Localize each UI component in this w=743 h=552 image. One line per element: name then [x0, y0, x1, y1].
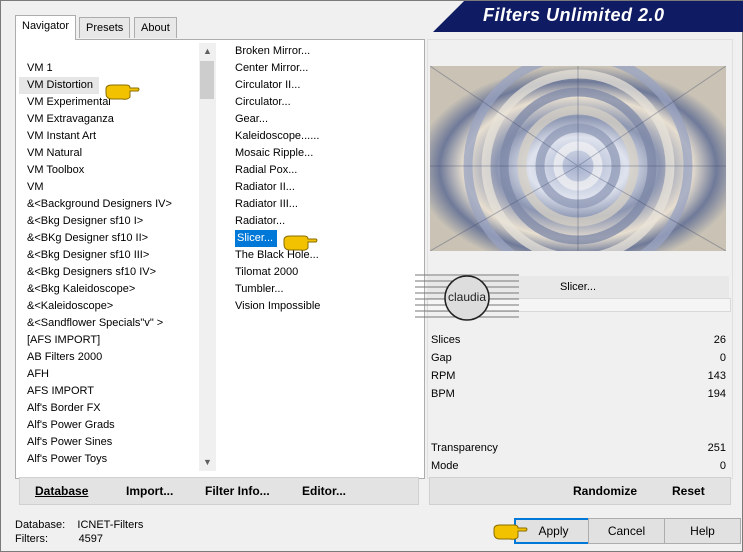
pointing-hand-icon — [105, 84, 140, 100]
category-item[interactable]: VM Distortion — [19, 77, 100, 94]
param-value: 26 — [713, 334, 726, 346]
filter-item[interactable]: Radiator II... — [233, 179, 418, 196]
param-name: Mode — [431, 460, 459, 472]
param-name: Gap — [431, 352, 452, 364]
filter-item[interactable]: Circulator II... — [233, 77, 418, 94]
filter-item[interactable]: Gear... — [233, 111, 418, 128]
param-name: RPM — [431, 370, 456, 382]
filters-count: 4597 — [78, 533, 104, 545]
pointing-hand-icon — [493, 524, 528, 540]
category-item[interactable]: VM — [19, 179, 199, 196]
filter-item[interactable]: Vision Impossible — [233, 298, 418, 315]
category-item[interactable]: &<Bkg Kaleidoscope> — [19, 281, 199, 298]
param-row[interactable]: Mode 0 — [431, 457, 726, 475]
category-item[interactable]: &<Background Designers IV> — [19, 196, 199, 213]
filter-list[interactable]: Broken Mirror... Center Mirror... Circulat… — [233, 43, 418, 323]
filter-item[interactable]: Radiator III... — [233, 196, 418, 213]
filter-item[interactable]: Radiator... — [233, 213, 418, 230]
tab-presets[interactable]: Presets — [79, 17, 131, 38]
scroll-down-icon[interactable]: ▼ — [199, 454, 216, 471]
pointing-hand-icon — [283, 235, 318, 251]
filter-item[interactable]: Broken Mirror... — [233, 43, 418, 60]
filters-unlimited-window: Filters Unlimited 2.0 Navigator Presets … — [0, 0, 743, 552]
randomize-button[interactable]: Randomize — [573, 484, 637, 498]
import-button[interactable]: Import... — [126, 484, 173, 498]
filter-item[interactable]: Tilomat 2000 — [233, 264, 418, 281]
category-item[interactable]: &<Bkg Designer sf10 III> — [19, 247, 199, 264]
filter-item[interactable]: Circulator... — [233, 94, 418, 111]
category-item[interactable]: [AFS IMPORT] — [19, 332, 199, 349]
param-value: 0 — [719, 460, 726, 472]
reset-button[interactable]: Reset — [672, 484, 705, 498]
tab-navigator[interactable]: Navigator — [15, 15, 77, 40]
category-item[interactable]: VM Toolbox — [19, 162, 199, 179]
filter-item[interactable]: Mosaic Ripple... — [233, 145, 418, 162]
param-value: 143 — [707, 370, 726, 382]
filter-info-button[interactable]: Filter Info... — [205, 484, 270, 498]
cancel-button[interactable]: Cancel — [588, 518, 665, 544]
category-item[interactable]: &<Bkg Designer sf10 I> — [19, 213, 199, 230]
param-name: Transparency — [431, 442, 498, 454]
preview-image — [430, 66, 726, 251]
category-item[interactable]: AB Filters 2000 — [19, 349, 199, 366]
title-banner: Filters Unlimited 2.0 — [433, 1, 743, 32]
category-item[interactable]: &<Kaleidoscope> — [19, 298, 199, 315]
window-title: Filters Unlimited 2.0 — [483, 5, 665, 25]
category-item[interactable]: &<Sandflower Specials"v" > — [19, 315, 199, 332]
category-list[interactable]: VM 1 VM Distortion VM Experimental VM Extra… — [19, 60, 199, 488]
category-item[interactable]: Alf's Border FX — [19, 400, 199, 417]
navigator-toolbar: Database Import... Filter Info... Editor… — [19, 477, 419, 505]
param-row[interactable]: BPM 194 — [431, 385, 726, 403]
selected-filter-label: Slicer... — [559, 281, 597, 293]
param-name: BPM — [431, 388, 455, 400]
preset-toolbar: Randomize Reset — [429, 477, 731, 505]
category-item[interactable]: Alf's Power Grads — [19, 417, 199, 434]
category-item[interactable]: AFH — [19, 366, 199, 383]
database-value: ICNET-Filters — [77, 519, 144, 531]
param-value: 0 — [719, 352, 726, 364]
status-area: Database: ICNET-Filters Filters: 4597 — [15, 518, 143, 546]
category-item[interactable]: VM Extravaganza — [19, 111, 199, 128]
editor-button[interactable]: Editor... — [302, 484, 346, 498]
scrollbar-thumb[interactable] — [200, 61, 214, 99]
param-row[interactable]: RPM 143 — [431, 367, 726, 385]
database-label: Database: — [15, 519, 66, 531]
param-row[interactable]: Slices 26 — [431, 331, 726, 349]
claudia-logo: claudia — [415, 271, 519, 325]
svg-text:claudia: claudia — [448, 290, 486, 304]
scroll-up-icon[interactable]: ▲ — [199, 43, 216, 60]
category-item[interactable]: AFS IMPORT — [19, 383, 199, 400]
category-item[interactable]: Alf's Power Toys — [19, 451, 199, 468]
category-item[interactable]: VM Instant Art — [19, 128, 199, 145]
param-value: 194 — [707, 388, 726, 400]
filters-label: Filters: — [15, 533, 48, 545]
category-item[interactable]: &<BKg Designer sf10 II> — [19, 230, 199, 247]
filter-item[interactable]: The Black Hole... — [233, 247, 418, 264]
tab-about[interactable]: About — [134, 17, 177, 38]
help-button[interactable]: Help — [664, 518, 741, 544]
param-row[interactable]: Transparency 251 — [431, 439, 726, 457]
database-button[interactable]: Database — [35, 484, 88, 498]
category-scrollbar[interactable]: ▲ ▼ — [199, 43, 216, 471]
filter-item[interactable]: Slicer... — [235, 230, 278, 247]
param-value: 251 — [707, 442, 726, 454]
filter-item[interactable]: Radial Pox... — [233, 162, 418, 179]
param-row[interactable]: Gap 0 — [431, 349, 726, 367]
filter-item[interactable]: Tumbler... — [233, 281, 418, 298]
param-name: Slices — [431, 334, 461, 346]
category-item[interactable]: VM 1 — [19, 60, 199, 77]
category-item[interactable]: &<Bkg Designers sf10 IV> — [19, 264, 199, 281]
filter-item[interactable]: Kaleidoscope...... — [233, 128, 418, 145]
filter-item[interactable]: Center Mirror... — [233, 60, 418, 77]
category-item[interactable]: VM Natural — [19, 145, 199, 162]
category-item[interactable]: Alf's Power Sines — [19, 434, 199, 451]
